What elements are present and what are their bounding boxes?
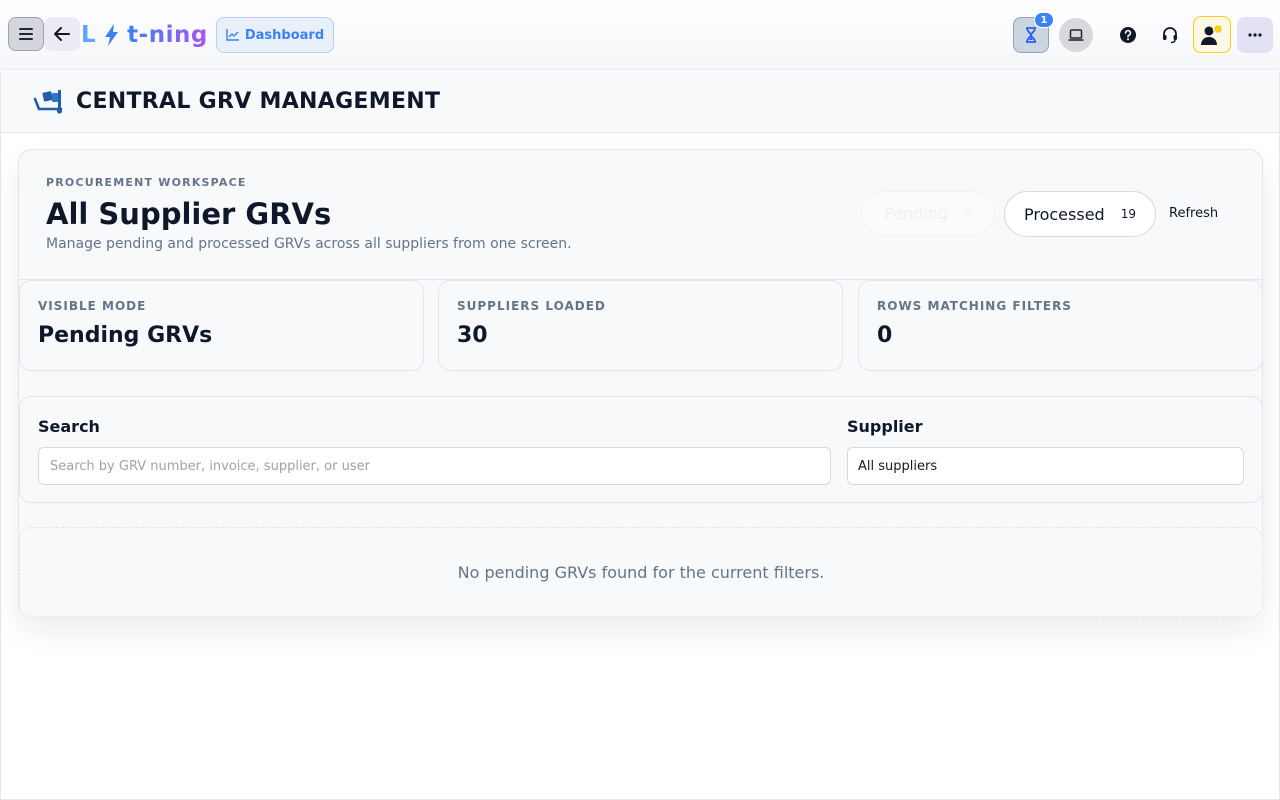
tab-pending-count: 0 — [964, 206, 972, 221]
pending-tasks-button[interactable]: 1 — [1013, 12, 1054, 53]
arrow-left-icon — [54, 27, 70, 41]
stat-card-visible-mode: VISIBLE MODE Pending GRVs — [19, 280, 424, 371]
empty-state: No pending GRVs found for the current fi… — [19, 527, 1263, 617]
ellipsis-icon — [1248, 33, 1262, 37]
logo-text-left: L — [81, 22, 97, 48]
supplier-label: Supplier — [847, 417, 923, 436]
workspace-card: PROCUREMENT WORKSPACE All Supplier GRVs … — [18, 149, 1263, 617]
pending-count-badge: 1 — [1034, 12, 1054, 28]
dashboard-button[interactable]: Dashboard — [216, 17, 334, 53]
laptop-button[interactable] — [1059, 18, 1093, 52]
stat-card-suppliers-loaded: SUPPLIERS LOADED 30 — [438, 280, 843, 371]
workspace-title: All Supplier GRVs — [46, 197, 332, 231]
question-circle-icon — [1120, 27, 1136, 43]
more-options-button[interactable] — [1237, 17, 1273, 53]
stat-value: Pending GRVs — [38, 323, 213, 348]
page-title: CENTRAL GRV MANAGEMENT — [76, 89, 441, 114]
app-logo[interactable]: L t-ning — [81, 19, 208, 51]
lightning-bolt-icon — [105, 24, 119, 46]
headset-icon — [1163, 27, 1177, 44]
chart-line-icon — [226, 29, 239, 41]
filters-panel: Search Supplier All suppliers — [19, 396, 1263, 503]
user-status-button[interactable] — [1193, 16, 1231, 53]
workspace-header: PROCUREMENT WORKSPACE All Supplier GRVs … — [19, 150, 1262, 280]
hourglass-icon — [1026, 27, 1036, 43]
supplier-select[interactable]: All suppliers — [847, 447, 1244, 485]
truck-loading-icon — [33, 89, 63, 114]
supplier-select-value: All suppliers — [858, 458, 938, 474]
menu-button[interactable] — [8, 17, 44, 51]
stat-label: SUPPLIERS LOADED — [457, 299, 606, 313]
search-label: Search — [38, 417, 100, 436]
user-status-icon — [1201, 23, 1224, 45]
stat-label: VISIBLE MODE — [38, 299, 147, 313]
hamburger-icon — [19, 28, 33, 40]
tab-pending[interactable]: Pending 0 — [861, 191, 995, 236]
stat-value: 30 — [457, 323, 488, 348]
tab-pending-label: Pending — [884, 204, 949, 223]
stat-label: ROWS MATCHING FILTERS — [877, 299, 1072, 313]
logo-text-right: t-ning — [127, 22, 208, 48]
support-button[interactable] — [1153, 18, 1187, 52]
laptop-icon — [1068, 29, 1084, 41]
dashboard-label: Dashboard — [244, 27, 325, 43]
search-input[interactable] — [38, 447, 831, 485]
tab-processed[interactable]: Processed 19 — [1004, 191, 1156, 237]
frame-border-left — [0, 71, 1, 800]
refresh-button[interactable]: Refresh — [1169, 206, 1218, 221]
workspace-subtitle: Manage pending and processed GRVs across… — [46, 236, 572, 252]
tab-processed-label: Processed — [1024, 204, 1105, 224]
empty-state-message: No pending GRVs found for the current fi… — [457, 562, 825, 582]
workspace-eyebrow: PROCUREMENT WORKSPACE — [46, 176, 247, 189]
help-button[interactable] — [1111, 18, 1145, 52]
stat-value: 0 — [877, 323, 893, 348]
back-button[interactable] — [44, 17, 80, 51]
page-header: CENTRAL GRV MANAGEMENT — [1, 71, 1279, 133]
stat-card-rows-matching: ROWS MATCHING FILTERS 0 — [858, 280, 1263, 371]
top-bar: L t-ning Dashboard 1 — [0, 0, 1280, 70]
tab-processed-count: 19 — [1120, 207, 1136, 221]
